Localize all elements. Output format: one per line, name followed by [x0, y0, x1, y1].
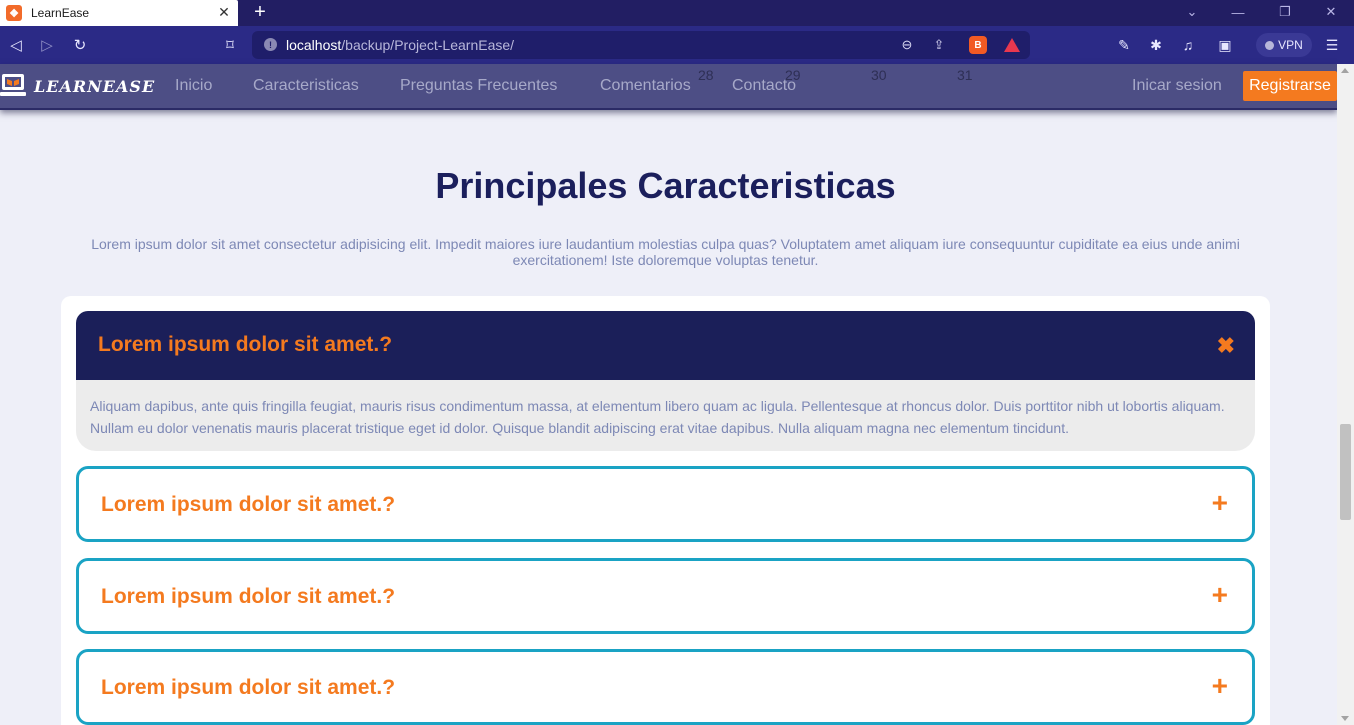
browser-tab[interactable]: ❖ LearnEase ✕	[0, 0, 238, 26]
xampp-favicon-icon: ❖	[6, 5, 22, 21]
register-button[interactable]: Registrarse	[1243, 71, 1337, 101]
nav-link-inicio[interactable]: Inicio	[175, 77, 212, 95]
dev-tools-icon[interactable]: ✎	[1114, 35, 1134, 55]
faq-item-expanded-header[interactable]: Lorem ipsum dolor sit amet.? ✖	[76, 311, 1255, 380]
menu-icon[interactable]: ☰	[1322, 35, 1342, 55]
minimize-icon[interactable]: —	[1228, 3, 1248, 21]
address-bar[interactable]: ! localhost/backup/Project-LearnEase/ ⊖ …	[252, 31, 1030, 59]
vpn-label: VPN	[1278, 38, 1303, 52]
faq-question: Lorem ipsum dolor sit amet.?	[101, 676, 396, 699]
faq-item[interactable]: Lorem ipsum dolor sit amet.? +	[76, 466, 1255, 542]
faq-question: Lorem ipsum dolor sit amet.?	[98, 333, 393, 356]
nav-link-comentarios[interactable]: Comentarios	[600, 77, 691, 95]
brave-shields-icon[interactable]: B	[969, 36, 987, 54]
faq-answer: Aliquam dapibus, ante quis fringilla feu…	[76, 380, 1255, 451]
calendar-day: 31	[957, 67, 973, 83]
wallet-icon[interactable]: ▣	[1215, 35, 1235, 55]
url-text[interactable]: localhost/backup/Project-LearnEase/	[286, 37, 514, 53]
zoom-icon[interactable]: ⊖	[898, 36, 916, 54]
calendar-day: 30	[871, 67, 887, 83]
reload-icon[interactable]: ↻	[70, 35, 90, 55]
scrollbar-thumb[interactable]	[1340, 424, 1351, 520]
calendar-day: 28	[698, 67, 714, 83]
nav-link-contacto[interactable]: Contacto	[732, 77, 796, 95]
media-icon[interactable]: ♫	[1178, 35, 1198, 55]
faq-question: Lorem ipsum dolor sit amet.?	[101, 585, 396, 608]
tab-search-chevron-icon[interactable]: ⌄	[1182, 3, 1202, 21]
bookmark-icon[interactable]: ⌑	[220, 35, 240, 55]
book-laptop-logo-icon	[0, 74, 26, 96]
window-close-icon[interactable]: ✕	[1321, 3, 1341, 21]
faq-item[interactable]: Lorem ipsum dolor sit amet.? +	[76, 558, 1255, 634]
login-link[interactable]: Inicar sesion	[1132, 77, 1222, 95]
vpn-button[interactable]: VPN	[1256, 33, 1312, 57]
restore-icon[interactable]: ❐	[1275, 3, 1295, 21]
site-navbar: LEARNEASE 28 29 30 31 Inicio Caracterist…	[0, 64, 1337, 110]
extensions-icon[interactable]: ✱	[1146, 35, 1166, 55]
brave-rewards-icon[interactable]	[1003, 36, 1021, 54]
tab-title: LearnEase	[31, 6, 90, 20]
forward-icon[interactable]: ▷	[37, 35, 57, 55]
back-icon[interactable]: ◁	[6, 35, 26, 55]
faq-question: Lorem ipsum dolor sit amet.?	[101, 493, 396, 516]
tab-close-icon[interactable]: ✕	[216, 4, 232, 20]
browser-toolbar: ◁ ▷ ↻ ⌑ ! localhost/backup/Project-Learn…	[0, 26, 1354, 64]
scroll-up-icon[interactable]	[1341, 68, 1349, 73]
section-title: Principales Caracteristicas	[435, 165, 896, 206]
plus-icon[interactable]: +	[1212, 487, 1228, 519]
section-description: Lorem ipsum dolor sit amet consectetur a…	[91, 236, 1240, 268]
share-icon[interactable]: ⇪	[930, 36, 948, 54]
plus-icon[interactable]: +	[1212, 670, 1228, 702]
page-scrollbar[interactable]	[1337, 64, 1354, 725]
site-info-icon[interactable]: !	[264, 38, 277, 51]
nav-link-caracteristicas[interactable]: Caracteristicas	[253, 77, 359, 95]
plus-icon[interactable]: +	[1212, 579, 1228, 611]
nav-link-preguntas-frecuentes[interactable]: Preguntas Frecuentes	[400, 77, 557, 95]
faq-item[interactable]: Lorem ipsum dolor sit amet.? +	[76, 649, 1255, 725]
logo-text[interactable]: LEARNEASE	[34, 77, 155, 96]
vpn-status-icon	[1265, 40, 1275, 50]
close-icon[interactable]: ✖	[1217, 333, 1235, 359]
scroll-down-icon[interactable]	[1341, 716, 1349, 721]
browser-tab-strip: ❖ LearnEase ✕ + ⌄ — ❐ ✕	[0, 0, 1354, 26]
new-tab-icon[interactable]: +	[250, 1, 270, 23]
